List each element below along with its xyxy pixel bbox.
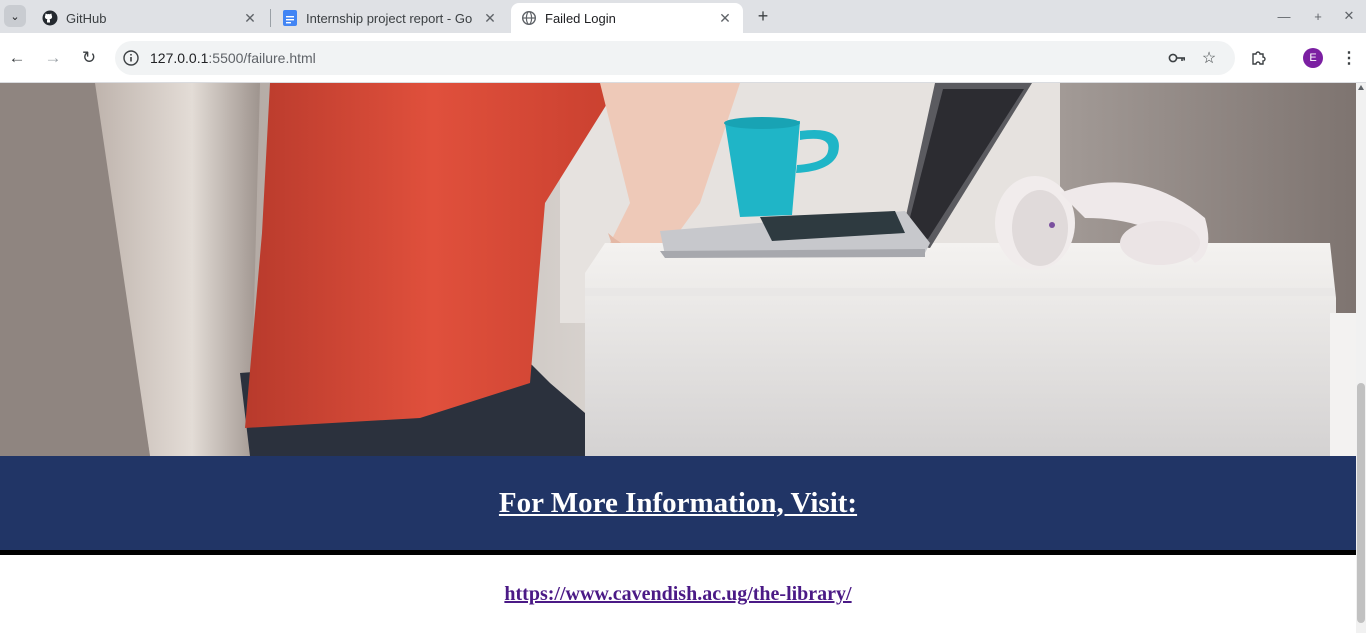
address-bar[interactable]: 127.0.0.1:5500/failure.html ☆ (115, 41, 1235, 75)
tab-failed-login[interactable]: Failed Login ✕ (511, 3, 743, 33)
tab-strip: ⌄ GitHub ✕ Internship project report - G… (0, 0, 1366, 33)
maximize-icon: + (1314, 8, 1322, 24)
reload-icon: ↻ (81, 48, 97, 67)
extensions-button[interactable] (1247, 46, 1271, 70)
tab-title: Failed Login (545, 10, 616, 26)
globe-icon (521, 10, 537, 26)
tab-title: GitHub (66, 10, 107, 26)
link-section: https://www.cavendish.ac.ug/the-library/ (0, 555, 1356, 633)
tab-title: Internship project report - Go (306, 10, 473, 26)
minimize-button[interactable]: — (1273, 5, 1295, 27)
minimize-icon: — (1277, 8, 1291, 24)
tab-github[interactable]: GitHub ✕ (32, 3, 268, 33)
tab-internship-report[interactable]: Internship project report - Go ✕ (272, 3, 508, 33)
close-icon: ✕ (1343, 8, 1355, 23)
more-vert-icon: ⋮ (1341, 50, 1357, 67)
library-link[interactable]: https://www.cavendish.ac.ug/the-library/ (0, 583, 1356, 606)
google-docs-icon (282, 10, 298, 26)
reload-button[interactable]: ↻ (77, 46, 101, 70)
page-scrollbar[interactable] (1356, 83, 1366, 633)
hero-image (0, 83, 1356, 456)
info-banner: For More Information, Visit: (0, 456, 1356, 555)
arrow-right-icon: → (44, 48, 62, 67)
star-icon: ☆ (1201, 50, 1217, 67)
password-key-button[interactable] (1165, 46, 1189, 70)
new-tab-button[interactable]: + (752, 5, 774, 27)
browser-toolbar: ← → ↻ 127.0.0.1:5500/failure.html ☆ E ⋮ (0, 33, 1366, 83)
plus-icon: + (757, 5, 769, 26)
github-icon (42, 10, 58, 26)
site-info-button[interactable] (120, 47, 142, 69)
page-viewport: For More Information, Visit: https://www… (0, 83, 1356, 633)
close-icon[interactable]: ✕ (717, 10, 733, 26)
scrollbar-thumb[interactable] (1357, 383, 1365, 623)
key-icon (1168, 53, 1186, 63)
arrow-left-icon: ← (8, 48, 26, 67)
info-icon (123, 50, 139, 66)
url-host: 127.0.0.1 (150, 50, 209, 66)
forward-button[interactable]: → (41, 46, 65, 70)
maximize-button[interactable]: + (1307, 5, 1329, 27)
window-close-button[interactable]: ✕ (1338, 5, 1360, 27)
back-button[interactable]: ← (5, 46, 29, 70)
avatar: E (1303, 48, 1323, 68)
url-text[interactable]: 127.0.0.1:5500/failure.html (150, 50, 316, 66)
profile-button[interactable]: E (1301, 46, 1325, 70)
chevron-down-icon: ⌄ (10, 10, 20, 23)
tab-divider (270, 9, 271, 27)
puzzle-icon (1252, 51, 1266, 65)
close-icon[interactable]: ✕ (482, 10, 498, 26)
info-heading: For More Information, Visit: (498, 486, 858, 519)
scroll-up-arrow-icon[interactable] (1358, 85, 1364, 90)
tab-search-button[interactable]: ⌄ (4, 5, 26, 27)
url-path: :5500/failure.html (208, 50, 316, 66)
close-icon[interactable]: ✕ (242, 10, 258, 26)
menu-button[interactable]: ⋮ (1337, 46, 1361, 70)
bookmark-button[interactable]: ☆ (1197, 46, 1221, 70)
